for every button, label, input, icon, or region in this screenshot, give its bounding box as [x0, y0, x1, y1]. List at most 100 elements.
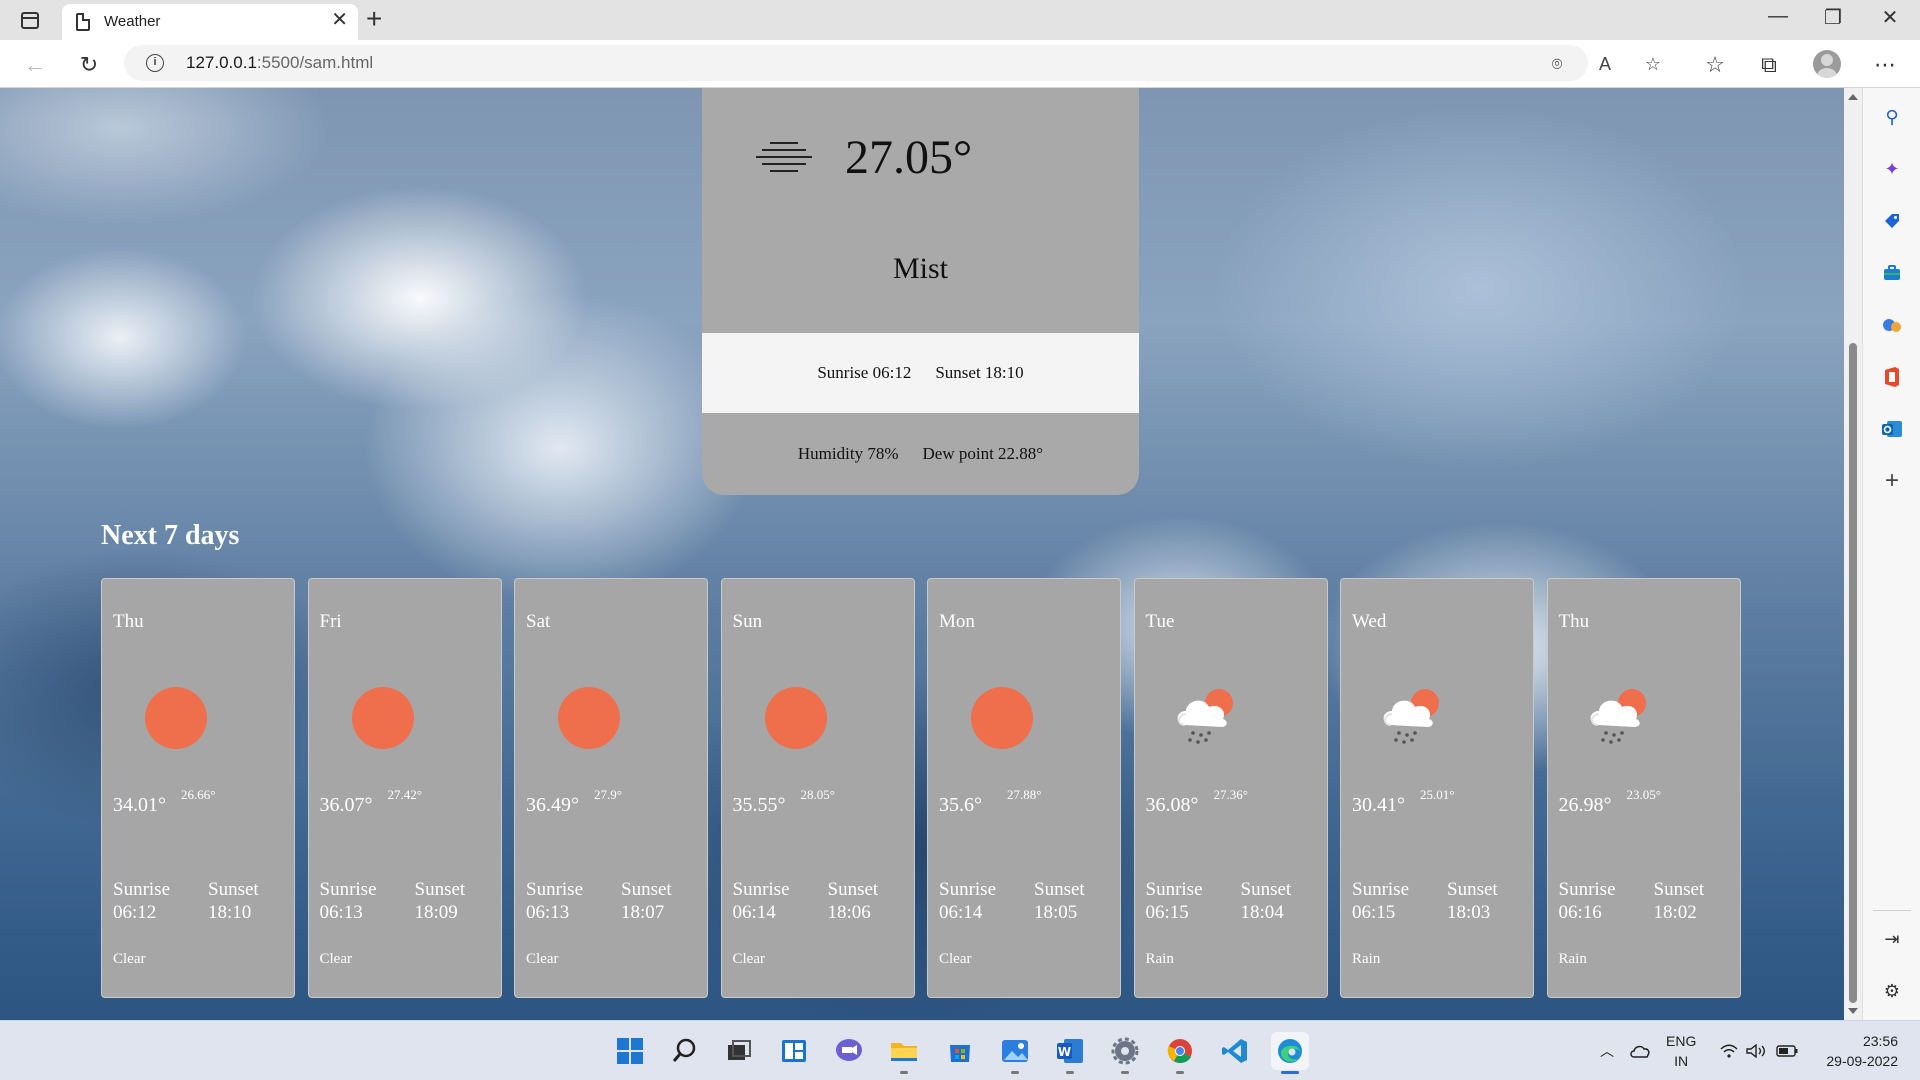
forecast-day-card: Sun 35.55° 28.05° Sunrise 06:14 Sunset 18:06 Cl…: [720, 578, 915, 998]
edge-icon[interactable]: [1271, 1032, 1309, 1074]
scroll-thumb[interactable]: [1849, 343, 1857, 1003]
minimize-button[interactable]: —: [1758, 5, 1798, 28]
tools-icon[interactable]: [1879, 260, 1905, 286]
mist-icon: [756, 140, 812, 176]
chrome-icon[interactable]: [1161, 1032, 1199, 1074]
close-window-button[interactable]: ✕: [1870, 5, 1910, 30]
forecast-sunrise-time: 06:15: [1352, 902, 1396, 923]
forecast-day-card: Tue 36.08° 27.36° Sunrise 06:15 Sunset 18:04 Ra…: [1133, 578, 1328, 998]
show-hidden-icons-button[interactable]: ︿: [1600, 1021, 1614, 1080]
microsoft-store-icon[interactable]: [941, 1032, 979, 1070]
page-scrollbar[interactable]: [1844, 88, 1862, 1020]
forecast-sunset-time: 18:03: [1447, 902, 1491, 923]
back-button[interactable]: ←: [20, 50, 50, 80]
forecast-sunset-label: Sunset: [1447, 879, 1498, 900]
language-indicator[interactable]: ENG IN: [1666, 1031, 1696, 1071]
vscode-icon[interactable]: [1216, 1032, 1254, 1070]
scroll-up-arrow[interactable]: [1848, 94, 1858, 100]
edge-sidebar: ⚲ ✦ + ⇥ ⚙: [1862, 88, 1920, 1020]
windows-start-icon[interactable]: [611, 1032, 649, 1070]
onedrive-icon[interactable]: [1630, 1021, 1650, 1080]
teams-chat-icon[interactable]: [830, 1032, 868, 1070]
search-icon[interactable]: ⚲: [1879, 104, 1905, 130]
add-favorite-icon[interactable]: ☆: [1642, 53, 1664, 75]
favorites-icon[interactable]: ☆: [1700, 50, 1730, 80]
forecast-condition: Rain: [1558, 951, 1587, 967]
forecast-day-card: Mon 35.6° 27.88° Sunrise 06:14 Sunset 18:05 Cle…: [927, 578, 1121, 998]
forecast-heading: Next 7 days: [101, 520, 240, 551]
current-humidity: Humidity 78%: [797, 444, 899, 463]
copilot-icon[interactable]: ✦: [1879, 156, 1905, 182]
games-icon[interactable]: [1879, 312, 1905, 338]
settings-icon[interactable]: [1106, 1032, 1144, 1074]
forecast-sunrise-time: 06:14: [732, 902, 776, 923]
rain-cloud-icon: [1173, 679, 1245, 745]
forecast-day-name: Sun: [732, 611, 763, 632]
forecast-high-temp: 35.6°: [939, 794, 982, 816]
current-dew-point: Dew point 22.88°: [922, 444, 1044, 463]
address-bar[interactable]: i 127.0.0.1:5500/sam.html ⌾ A ☆: [124, 45, 1661, 81]
forecast-low-temp: 28.05°: [800, 787, 835, 802]
forecast-high-temp: 36.07°: [319, 794, 373, 816]
forecast-low-temp: 27.9°: [594, 787, 622, 802]
tab-close-button[interactable]: ✕: [331, 10, 348, 30]
file-explorer-icon[interactable]: [885, 1032, 923, 1074]
shopping-icon[interactable]: [1879, 208, 1905, 234]
add-sidebar-app-icon[interactable]: +: [1879, 467, 1905, 494]
forecast-sunset-label: Sunset: [1240, 879, 1292, 900]
forecast-sunset-time: 18:07: [621, 902, 665, 923]
sidebar-settings-icon[interactable]: ⚙: [1879, 978, 1905, 1004]
scroll-down-arrow[interactable]: [1848, 1008, 1858, 1014]
forecast-sunset-label: Sunset: [1653, 879, 1705, 900]
forecast-day-card: Fri 36.07° 27.42° Sunrise 06:13 Sunset 18:09 Cl…: [307, 578, 502, 998]
forecast-low-temp: 27.88°: [1007, 787, 1042, 802]
restore-button[interactable]: ❐: [1813, 5, 1853, 30]
forecast-high-temp: 36.08°: [1145, 794, 1199, 816]
battery-icon[interactable]: [1776, 1021, 1798, 1080]
profile-avatar[interactable]: [1813, 50, 1841, 78]
svg-text:W: W: [1058, 1045, 1071, 1059]
volume-icon[interactable]: [1746, 1021, 1766, 1080]
office-icon[interactable]: [1879, 364, 1905, 390]
read-aloud-icon[interactable]: A: [1594, 53, 1616, 75]
forecast-sunset-time: 18:02: [1653, 902, 1697, 923]
refresh-button[interactable]: ↻: [74, 50, 104, 80]
current-sunset: Sunset 18:10: [935, 363, 1024, 382]
tab-weather[interactable]: Weather ✕: [62, 4, 358, 40]
forecast-sunset-label: Sunset: [827, 879, 879, 900]
forecast-high-temp: 36.49°: [526, 794, 579, 816]
forecast-sunrise-time: 06:15: [1145, 902, 1189, 923]
wifi-icon[interactable]: [1720, 1021, 1738, 1080]
widgets-icon[interactable]: [775, 1032, 813, 1070]
forecast-sunrise-label: Sunrise: [732, 879, 790, 900]
location-icon[interactable]: ⌾: [1546, 53, 1568, 75]
forecast-sunrise-time: 06:16: [1558, 902, 1602, 923]
new-tab-button[interactable]: +: [366, 3, 382, 35]
system-clock[interactable]: 23:56 29-09-2022: [1826, 1031, 1898, 1071]
tab-actions-button[interactable]: [14, 7, 46, 33]
word-icon[interactable]: W: [1051, 1032, 1089, 1074]
current-weather-card: 27.05° Mist Sunrise 06:12 Sunset 18:10 H…: [702, 88, 1139, 495]
hide-sidebar-icon[interactable]: ⇥: [1879, 926, 1905, 952]
forecast-condition: Rain: [1352, 951, 1381, 967]
forecast-sunrise-label: Sunrise: [1352, 879, 1409, 900]
photos-icon[interactable]: [996, 1032, 1034, 1074]
forecast-sunrise-time: 06:12: [113, 902, 157, 923]
collections-icon[interactable]: ⧉: [1754, 50, 1784, 80]
site-info-icon[interactable]: i: [146, 54, 164, 72]
windows-taskbar: W ︿ ENG IN 23:56 29-09-2022: [0, 1020, 1920, 1080]
outlook-icon[interactable]: [1879, 416, 1905, 442]
search-icon[interactable]: [666, 1032, 704, 1070]
forecast-condition: Clear: [113, 951, 146, 967]
forecast-sunset-time: 18:04: [1240, 902, 1284, 923]
task-view-icon[interactable]: [720, 1032, 758, 1070]
running-indicator: [1011, 1071, 1019, 1074]
forecast-high-temp: 35.55°: [732, 794, 786, 816]
page-icon: [76, 13, 90, 31]
forecast-day-name: Mon: [939, 611, 975, 632]
more-menu-icon[interactable]: ⋯: [1870, 50, 1900, 80]
url-text[interactable]: 127.0.0.1:5500/sam.html: [186, 53, 373, 73]
browser-toolbar: ← ↻ i 127.0.0.1:5500/sam.html ⌾ A ☆ ☆ ⧉ …: [0, 40, 1920, 88]
forecast-sunrise-time: 06:13: [526, 902, 570, 923]
sidebar-divider: [1873, 910, 1911, 911]
